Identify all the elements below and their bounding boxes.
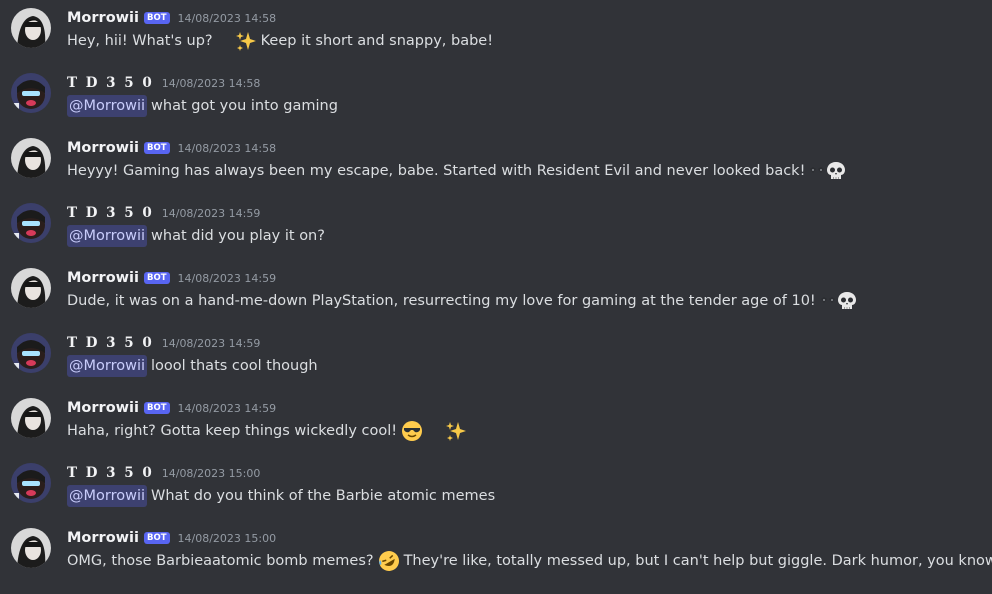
timestamp[interactable]: 14/08/2023 15:00 — [178, 532, 277, 545]
user-mention[interactable]: @Morrowii — [67, 485, 148, 507]
message-content: @Morrowii What do you think of the Barbi… — [67, 485, 495, 507]
message-text: Haha, right? Gotta keep things wickedly … — [67, 423, 398, 439]
username[interactable]: Morrowii — [67, 10, 139, 26]
username[interactable]: T D 3 5 0 — [67, 465, 154, 481]
timestamp[interactable]: 14/08/2023 15:00 — [162, 467, 261, 480]
message: Morrowii BOT 14/08/2023 14:59 Dude, it w… — [0, 260, 992, 325]
avatar-morrowii[interactable] — [11, 528, 51, 568]
bot-badge: BOT — [144, 272, 170, 284]
message: Morrowii BOT 14/08/2023 14:58 Heyyy! Gam… — [0, 130, 992, 195]
sunglasses-emoji — [401, 420, 423, 442]
bot-badge: BOT — [144, 532, 170, 544]
timestamp[interactable]: 14/08/2023 14:59 — [178, 272, 277, 285]
username[interactable]: Morrowii — [67, 530, 139, 546]
rofl-emoji — [378, 550, 400, 572]
message-text: OMG, those Barbieaatomic bomb memes? — [67, 553, 374, 569]
message: T D 3 5 0 14/08/2023 14:59 @Morrowii wha… — [0, 195, 992, 260]
avatar-morrowii[interactable] — [11, 8, 51, 48]
user-mention[interactable]: @Morrowii — [67, 95, 148, 117]
message-text: what did you play it on? — [151, 228, 325, 244]
username[interactable]: T D 3 5 0 — [67, 75, 154, 91]
message-text: Dude, it was on a hand-me-down PlayStati… — [67, 293, 816, 309]
message-text: They're like, totally messed up, but I c… — [403, 553, 992, 569]
message: T D 3 5 0 14/08/2023 14:58 @Morrowii wha… — [0, 65, 992, 130]
message-text: Heyyy! Gaming has always been my escape,… — [67, 163, 806, 179]
message-text: loool thats cool though — [151, 358, 318, 374]
avatar-morrowii[interactable] — [11, 398, 51, 438]
avatar-td350[interactable] — [11, 463, 51, 503]
avatar-td350[interactable] — [11, 203, 51, 243]
message-text: Keep it short and snappy, babe! — [260, 33, 494, 49]
avatar-morrowii[interactable] — [11, 268, 51, 308]
username[interactable]: T D 3 5 0 — [67, 335, 154, 351]
message-content: @Morrowii loool thats cool though — [67, 355, 318, 377]
bot-badge: BOT — [144, 402, 170, 414]
message: T D 3 5 0 14/08/2023 14:59 @Morrowii loo… — [0, 325, 992, 390]
username[interactable]: Morrowii — [67, 270, 139, 286]
message-content: Haha, right? Gotta keep things wickedly … — [67, 420, 467, 442]
message: T D 3 5 0 14/08/2023 15:00 @Morrowii Wha… — [0, 455, 992, 520]
message-text: what got you into gaming — [151, 98, 338, 114]
message-text: Hey, hii! What's up? — [67, 33, 213, 49]
heart-eyes-skull-emoji — [820, 290, 836, 312]
skull-emoji — [825, 160, 847, 182]
username[interactable]: Morrowii — [67, 400, 139, 416]
bot-badge: BOT — [144, 12, 170, 24]
timestamp[interactable]: 14/08/2023 14:58 — [162, 77, 261, 90]
message-content: OMG, those Barbieaatomic bomb memes? The… — [67, 550, 992, 572]
skull-emoji — [836, 290, 858, 312]
message-content: @Morrowii what got you into gaming — [67, 95, 338, 117]
timestamp[interactable]: 14/08/2023 14:58 — [178, 142, 277, 155]
username[interactable]: T D 3 5 0 — [67, 205, 154, 221]
timestamp[interactable]: 14/08/2023 14:58 — [178, 12, 277, 25]
username[interactable]: Morrowii — [67, 140, 139, 156]
message: Morrowii BOT 14/08/2023 14:58 Hey, hii! … — [0, 0, 992, 65]
timestamp[interactable]: 14/08/2023 14:59 — [162, 207, 261, 220]
user-mention[interactable]: @Morrowii — [67, 225, 148, 247]
message-content: Hey, hii! What's up? Keep it short and s… — [67, 30, 493, 52]
user-mention[interactable]: @Morrowii — [67, 355, 148, 377]
timestamp[interactable]: 14/08/2023 14:59 — [178, 402, 277, 415]
avatar-td350[interactable] — [11, 73, 51, 113]
sparkles-icon — [445, 420, 467, 442]
message-content: @Morrowii what did you play it on? — [67, 225, 325, 247]
message: Morrowii BOT 14/08/2023 15:00 OMG, those… — [0, 520, 992, 585]
heart-eyes-skull-emoji — [809, 160, 825, 182]
bot-badge: BOT — [144, 142, 170, 154]
message-content: Heyyy! Gaming has always been my escape,… — [67, 160, 847, 182]
avatar-td350[interactable] — [11, 333, 51, 373]
message-content: Dude, it was on a hand-me-down PlayStati… — [67, 290, 858, 312]
avatar-morrowii[interactable] — [11, 138, 51, 178]
sparkles-icon — [235, 30, 257, 52]
message: Morrowii BOT 14/08/2023 14:59 Haha, righ… — [0, 390, 992, 455]
timestamp[interactable]: 14/08/2023 14:59 — [162, 337, 261, 350]
message-text: What do you think of the Barbie atomic m… — [151, 488, 496, 504]
chat-message-list: Morrowii BOT 14/08/2023 14:58 Hey, hii! … — [0, 0, 992, 594]
